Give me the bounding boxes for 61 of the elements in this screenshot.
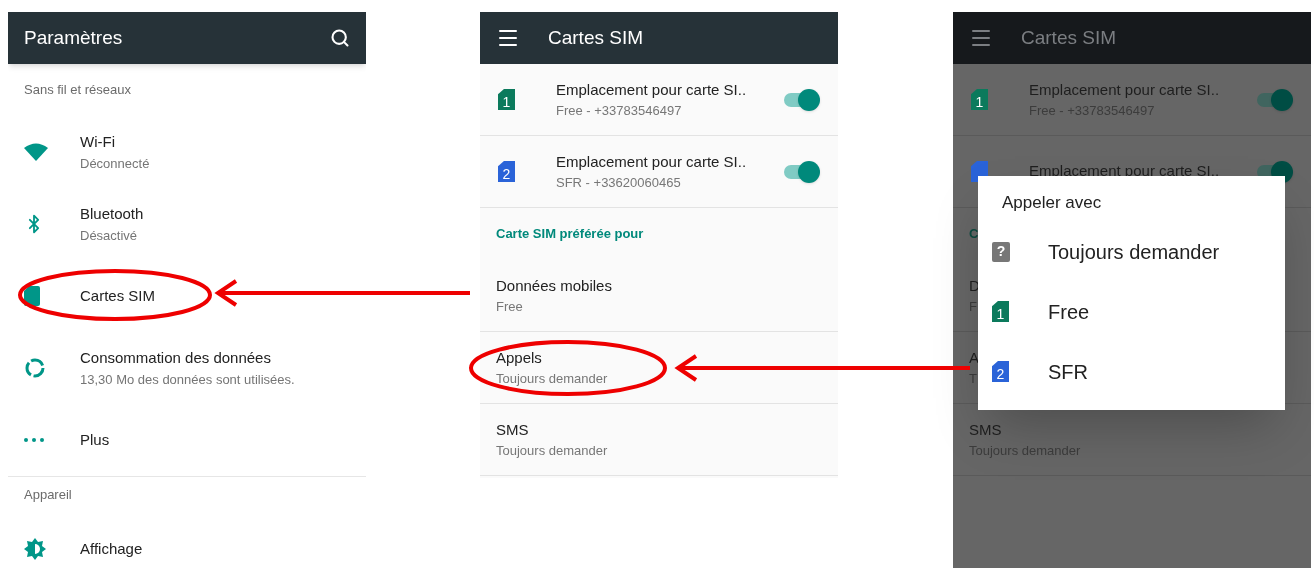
section-header: Carte SIM préférée pour [496,225,644,244]
preference-subtitle: Toujours demander [496,370,608,388]
item-subtitle: 13,30 Mo des données sont utilisées. [80,370,295,389]
toggle-switch[interactable] [1255,88,1293,111]
data-usage-icon [24,357,46,379]
wifi-icon [24,143,48,161]
more-icon [24,438,44,442]
dialog-option[interactable]: 1 Free [978,281,1285,342]
item-title: Affichage [80,538,143,559]
preference-subtitle: Free [496,298,523,316]
slot-title: Emplacement pour carte SI.. [556,79,748,100]
slot-title: Emplacement pour carte SI.. [556,151,748,172]
sim-card-icon: 2 [992,361,1009,382]
item-title: Wi-Fi [80,132,116,152]
toggle-switch[interactable] [782,160,820,183]
preference-title: A [969,347,979,368]
preference-subtitle: Toujours demander [496,442,608,460]
settings-item[interactable]: Wi-Fi Déconnecté [8,116,366,188]
item-subtitle: Déconnecté [80,154,150,173]
toggle-switch[interactable] [782,88,820,111]
dialog-option[interactable]: ? Toujours demander [978,221,1285,282]
screen-title: Paramètres [24,25,123,50]
item-title: Consommation des données [80,348,272,368]
brightness-icon [24,538,46,560]
settings-item[interactable]: Bluetooth Désactivé [8,188,366,260]
slot-title: Emplacement pour carte SI.. [1029,79,1221,100]
option-label: SFR [1048,359,1088,385]
preference-title: SMS [969,419,1002,440]
sim-slot-row[interactable]: 1 Emplacement pour carte SI.. Free - +33783546497 [480,64,838,136]
settings-item[interactable]: Consommation des données 13,30 Mo des données sont utilisées. [8,332,366,404]
preference-row[interactable]: Données mobiles Free [480,260,838,332]
search-icon[interactable] [330,28,350,48]
settings-item[interactable]: Affichage [8,513,366,568]
option-label: Free [1048,299,1090,325]
question-icon: ? [992,241,1010,262]
sim-card-icon: 1 [992,301,1009,322]
item-subtitle: Désactivé [80,226,139,245]
screen-title: Cartes SIM [1021,25,1117,50]
slot-title: Emplacement pour carte SI.. [1029,161,1221,182]
slot-subtitle: Free - +33783546497 [556,102,683,120]
option-label: Toujours demander [1048,239,1220,265]
sim-slot-row[interactable]: 2 Emplacement pour carte SI.. SFR - +33620060465 [480,136,838,208]
item-title: Plus [80,429,110,450]
preference-row[interactable]: SMS Toujours demander [480,404,838,476]
sim-card-icon: 1 [971,89,988,110]
section-header: Appareil [24,486,72,505]
settings-item[interactable]: Cartes SIM [8,260,366,332]
preference-title: SMS [496,419,529,440]
dialog-option[interactable]: 2 SFR [978,341,1285,402]
preference-row[interactable]: Appels Toujours demander [480,332,838,404]
screen-title: Cartes SIM [548,25,644,50]
section-header: C [969,225,979,244]
sim-card-icon: 1 [498,89,515,110]
preference-title: Données mobiles [496,275,612,296]
slot-subtitle: SFR - +33620060465 [556,174,682,192]
item-title: Cartes SIM [80,285,155,306]
section-header: Sans fil et réseaux [24,81,131,100]
item-title: Bluetooth [80,204,144,224]
sim-card-icon: 2 [498,161,515,182]
settings-item[interactable]: Plus [8,404,366,476]
preference-title: Appels [496,347,542,368]
